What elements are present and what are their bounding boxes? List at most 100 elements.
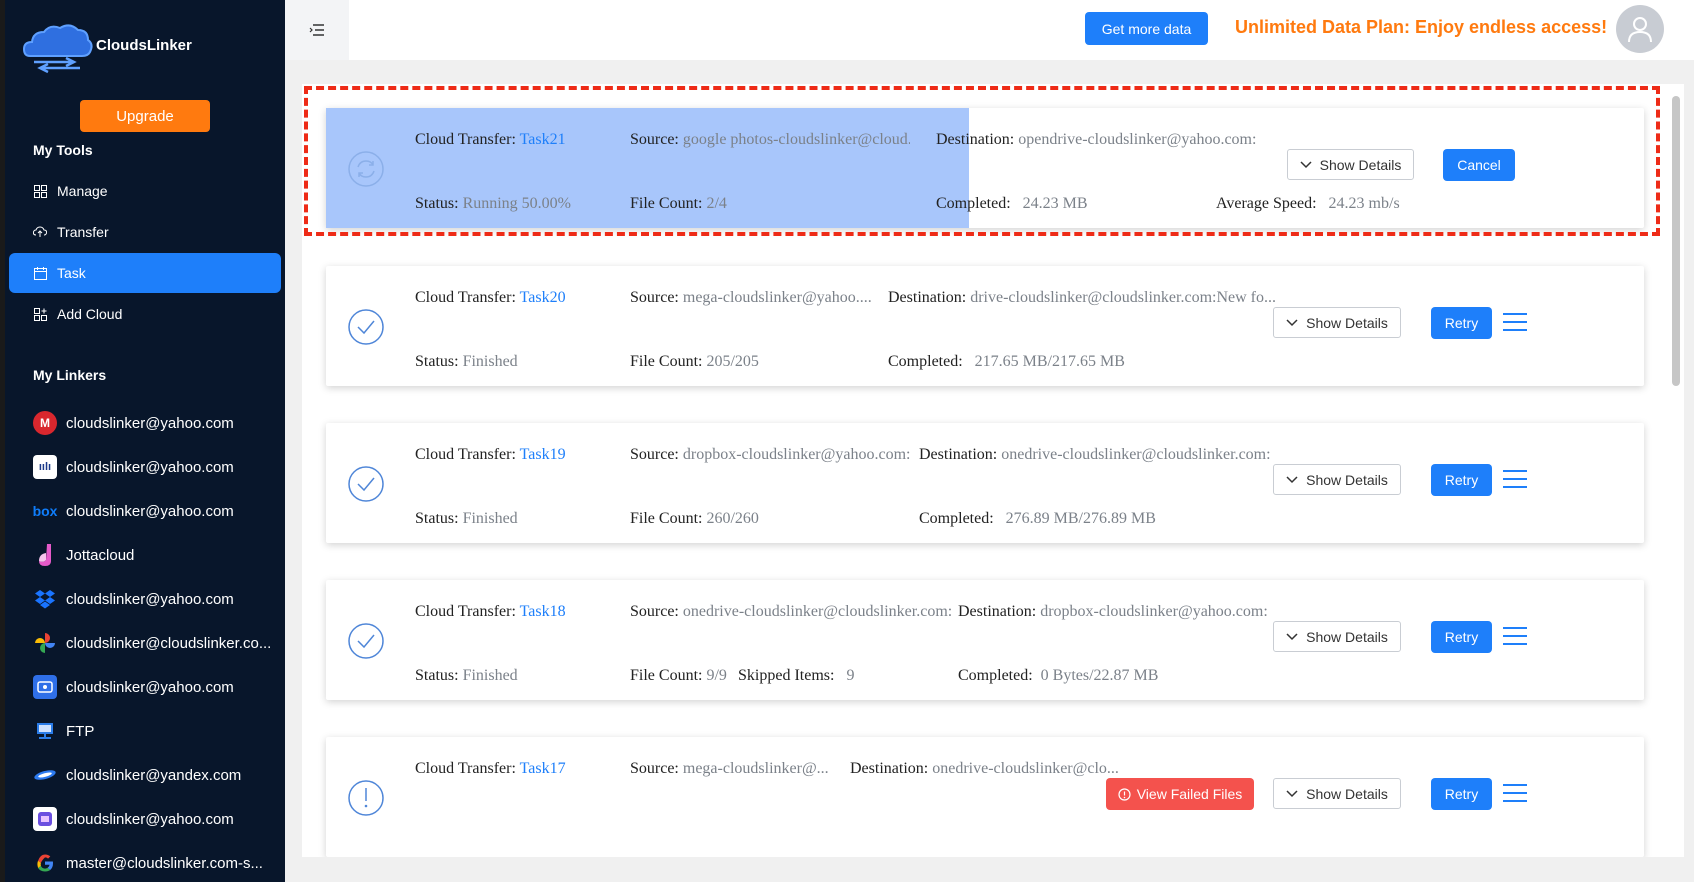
- get-more-data-button[interactable]: Get more data: [1085, 12, 1208, 45]
- sidebar-item-label: Manage: [57, 183, 108, 199]
- linker-item[interactable]: master@cloudslinker.com-s...: [33, 848, 278, 878]
- task-name: Cloud Transfer: Task18: [415, 603, 566, 620]
- calendar-icon: [33, 266, 47, 280]
- show-details-button[interactable]: Show Details: [1273, 307, 1401, 338]
- cloud-transfer-icon: [33, 225, 47, 239]
- box-icon: box: [33, 503, 58, 519]
- show-details-button[interactable]: Show Details: [1273, 778, 1401, 809]
- more-menu-icon[interactable]: [1503, 784, 1527, 804]
- linker-label: cloudslinker@yahoo.com: [66, 810, 234, 828]
- sidebar-item-manage[interactable]: Manage: [9, 171, 281, 211]
- linker-label: FTP: [66, 722, 95, 740]
- task-name: Cloud Transfer: Task20: [415, 289, 566, 306]
- task-list-panel: Cloud Transfer: Task21 Source: google ph…: [302, 84, 1684, 857]
- sidebar-item-label: Transfer: [57, 224, 109, 240]
- warning-circle-icon: [348, 780, 384, 816]
- task-status: Status: Running 50.00%: [415, 195, 572, 212]
- task-card: Cloud Transfer: Task20 Source: mega-clou…: [326, 266, 1644, 386]
- more-menu-icon[interactable]: [1503, 470, 1527, 490]
- linker-item[interactable]: FTP: [33, 716, 278, 746]
- top-header: Get more data Unlimited Data Plan: Enjoy…: [285, 0, 1694, 60]
- task-destination: Destination: onedrive-cloudslinker@cloud…: [919, 446, 1271, 463]
- task-destination: Destination: onedrive-cloudslinker@clo..…: [850, 760, 1119, 777]
- task-link[interactable]: Task20: [520, 289, 566, 306]
- task-card: Cloud Transfer: Task21 Source: google ph…: [326, 108, 1644, 228]
- warning-icon: [1118, 787, 1131, 801]
- show-details-button[interactable]: Show Details: [1287, 149, 1414, 180]
- promo-banner[interactable]: Unlimited Data Plan: Enjoy endless acces…: [1235, 17, 1607, 38]
- task-link[interactable]: Task18: [520, 603, 566, 620]
- app-logo[interactable]: CloudsLinker: [20, 16, 192, 74]
- icedrive-icon: [33, 807, 57, 831]
- task-link[interactable]: Task17: [520, 760, 566, 777]
- task-average-speed: Average Speed: 24.23 mb/s: [1216, 195, 1400, 212]
- my-linkers-heading: My Linkers: [33, 367, 107, 383]
- sidebar-item-task[interactable]: Task: [9, 253, 281, 293]
- linker-item[interactable]: cloudslinker@cloudslinker.co...: [33, 628, 278, 658]
- more-menu-icon[interactable]: [1503, 313, 1527, 333]
- task-skipped-items: Skipped Items: 9: [738, 667, 855, 684]
- sidebar-item-label: Task: [57, 265, 86, 281]
- google-icon: [33, 851, 57, 875]
- add-grid-icon: [33, 307, 47, 321]
- sidebar-item-label: Add Cloud: [57, 306, 123, 322]
- task-destination: Destination: drive-cloudslinker@cloudsli…: [888, 289, 1276, 306]
- cloud-logo-icon: [22, 24, 93, 74]
- linker-label: cloudslinker@yahoo.com: [66, 414, 234, 432]
- task-link[interactable]: Task19: [520, 446, 566, 463]
- cancel-button[interactable]: Cancel: [1443, 149, 1515, 181]
- linker-item[interactable]: cloudslinker@yahoo.com: [33, 584, 278, 614]
- chevron-down-icon: [1300, 160, 1312, 168]
- linker-label: cloudslinker@yahoo.com: [66, 458, 234, 476]
- task-status: Status: Finished: [415, 667, 518, 684]
- task-source: Source: dropbox-cloudslinker@yahoo.com:: [630, 446, 911, 463]
- menu-toggle-button[interactable]: [285, 0, 349, 60]
- task-completed: Completed: 276.89 MB/276.89 MB: [919, 510, 1156, 527]
- sidebar-item-transfer[interactable]: Transfer: [9, 212, 281, 252]
- linker-item[interactable]: cloudslinker@yahoo.com: [33, 804, 278, 834]
- sidebar-item-add-cloud[interactable]: Add Cloud: [9, 294, 281, 334]
- task-status: Status: Finished: [415, 510, 518, 527]
- retry-button[interactable]: Retry: [1431, 621, 1492, 653]
- task-card: Cloud Transfer: Task19 Source: dropbox-c…: [326, 423, 1644, 543]
- task-card: Cloud Transfer: Task18 Source: onedrive-…: [326, 580, 1644, 700]
- show-details-button[interactable]: Show Details: [1273, 464, 1401, 495]
- chevron-down-icon: [1286, 318, 1298, 326]
- linker-item[interactable]: M cloudslinker@yahoo.com: [33, 408, 278, 438]
- linker-item[interactable]: Jottacloud: [33, 540, 278, 570]
- main-content: Cloud Transfer: Task21 Source: google ph…: [285, 60, 1694, 882]
- task-name: Cloud Transfer: Task21: [415, 131, 566, 148]
- grid-icon: [33, 184, 47, 198]
- menu-fold-icon: [309, 24, 324, 36]
- linker-item[interactable]: cloudslinker@yahoo.com: [33, 672, 278, 702]
- more-menu-icon[interactable]: [1503, 627, 1527, 647]
- task-name: Cloud Transfer: Task17: [415, 760, 566, 777]
- window-edge: [0, 0, 5, 882]
- yandex-icon: [33, 763, 57, 787]
- retry-button[interactable]: Retry: [1431, 464, 1492, 496]
- linker-item[interactable]: ıılı cloudslinker@yahoo.com: [33, 452, 278, 482]
- retry-button[interactable]: Retry: [1431, 307, 1492, 339]
- task-file-count: File Count: 205/205: [630, 353, 759, 370]
- mega-icon: M: [33, 411, 57, 435]
- linker-label: cloudslinker@yahoo.com: [66, 502, 234, 520]
- linker-label: master@cloudslinker.com-s...: [66, 854, 263, 872]
- view-failed-files-button[interactable]: View Failed Files: [1106, 778, 1254, 810]
- task-file-count: File Count: 260/260: [630, 510, 759, 527]
- mediafire-icon: [33, 675, 57, 699]
- task-source: Source: onedrive-cloudslinker@cloudslink…: [630, 603, 953, 620]
- show-details-button[interactable]: Show Details: [1273, 621, 1401, 652]
- sidebar: CloudsLinker Upgrade My Tools Manage Tra…: [0, 0, 285, 882]
- scrollbar[interactable]: [1672, 96, 1680, 386]
- linker-label: cloudslinker@yandex.com: [66, 766, 242, 784]
- my-tools-heading: My Tools: [33, 142, 93, 158]
- avatar[interactable]: [1616, 5, 1664, 53]
- task-completed: Completed: 217.65 MB/217.65 MB: [888, 353, 1125, 370]
- task-link[interactable]: Task21: [520, 131, 566, 148]
- task-status: Status: Finished: [415, 353, 518, 370]
- retry-button[interactable]: Retry: [1431, 778, 1492, 810]
- upgrade-button[interactable]: Upgrade: [80, 100, 210, 132]
- linker-item[interactable]: box cloudslinker@yahoo.com: [33, 496, 278, 526]
- linker-item[interactable]: cloudslinker@yandex.com: [33, 760, 278, 790]
- linker-label: cloudslinker@yahoo.com: [66, 590, 234, 608]
